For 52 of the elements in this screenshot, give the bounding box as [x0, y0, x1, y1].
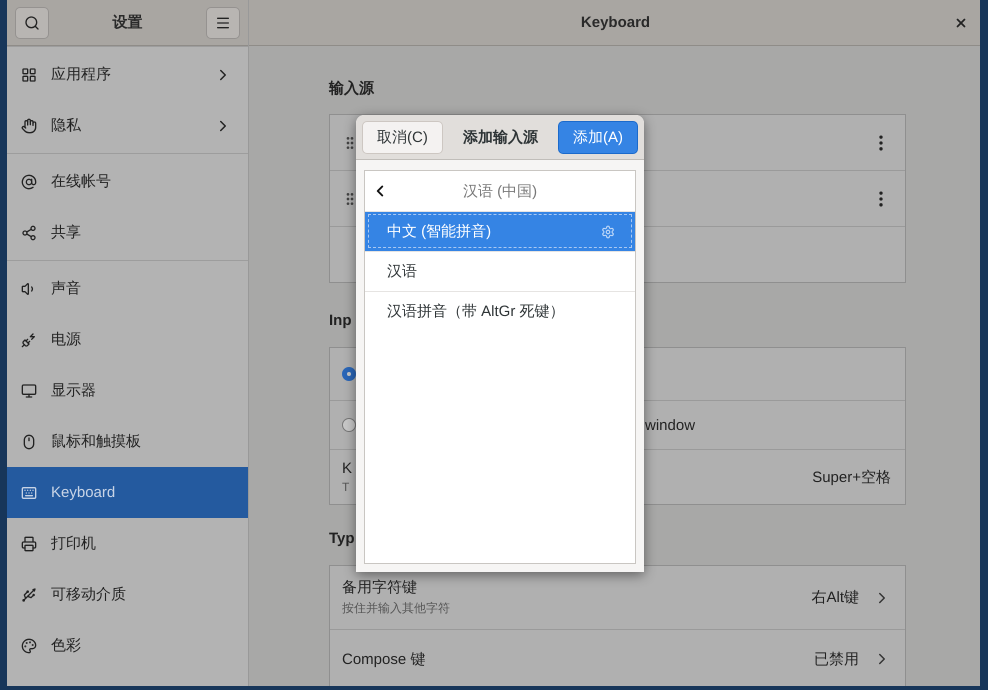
mouse-icon [21, 434, 37, 450]
setting-value: Super+空格 [812, 468, 891, 486]
hand-icon [21, 118, 37, 134]
search-button[interactable] [15, 6, 49, 38]
sidebar-item[interactable]: 声音 [7, 263, 248, 314]
window-title: Keyboard [580, 14, 652, 31]
cancel-button[interactable]: 取消(C) [362, 120, 443, 154]
section-title: Typ [329, 530, 355, 549]
sidebar-item[interactable]: 电源 [7, 314, 248, 365]
setting-label: Compose 键 [342, 650, 426, 668]
setting-value: 已禁用 [814, 650, 859, 668]
dialog-title: 添加输入源 [462, 128, 540, 146]
radio-button[interactable] [342, 418, 356, 432]
radio-button[interactable] [342, 367, 356, 381]
section-title: 输入源 [329, 79, 374, 99]
add-button[interactable]: 添加(A) [558, 120, 638, 154]
printer-icon [21, 536, 37, 552]
setting-value: 右Alt键 [811, 588, 859, 607]
plug-icon [21, 332, 37, 348]
setting-description: 按住并输入其他字符 [342, 600, 450, 617]
list-title: 汉语 (中国) [462, 182, 538, 200]
setting-label: K [342, 460, 352, 477]
sidebar-item[interactable]: 色彩 [7, 620, 248, 671]
sidebar-item[interactable]: 显示器 [7, 365, 248, 416]
grid-icon [21, 66, 37, 82]
share-icon [21, 224, 37, 240]
setting-description: T [342, 480, 350, 494]
sidebar-item[interactable]: 打印机 [7, 518, 248, 569]
settings-row[interactable]: Compose 键 已禁用 [330, 629, 905, 686]
sidebar-title: 设置 [111, 13, 144, 32]
palette-icon [21, 638, 37, 654]
setting-label: 备用字符键 [342, 578, 418, 597]
keyboard-icon [21, 484, 37, 500]
sidebar-item[interactable]: 隐私 [7, 100, 248, 151]
usb-drive-icon [21, 586, 37, 602]
close-icon[interactable] [954, 16, 968, 30]
gear-icon[interactable] [601, 224, 615, 238]
sidebar-item[interactable]: 共享 [7, 207, 248, 258]
list-item[interactable]: 中文 (智能拼音) [365, 211, 635, 251]
monitor-icon [21, 382, 37, 398]
settings-row[interactable]: 备用字符键 按住并输入其他字符 右Alt键 [330, 566, 905, 629]
sidebar-item[interactable]: Keyboard [7, 467, 248, 518]
sidebar-item[interactable]: 在线帐号 [7, 156, 248, 207]
at-sign-icon [21, 174, 37, 190]
menu-icon [215, 14, 231, 30]
sidebar-item[interactable]: 鼠标和触摸板 [7, 416, 248, 467]
sidebar-item[interactable]: 可移动介质 [7, 569, 248, 620]
menu-button[interactable] [206, 6, 240, 38]
section-title: Inp [329, 312, 352, 331]
search-icon [24, 14, 40, 30]
sidebar-item[interactable]: 应用程序 [7, 49, 248, 100]
option-label: window [645, 416, 696, 434]
